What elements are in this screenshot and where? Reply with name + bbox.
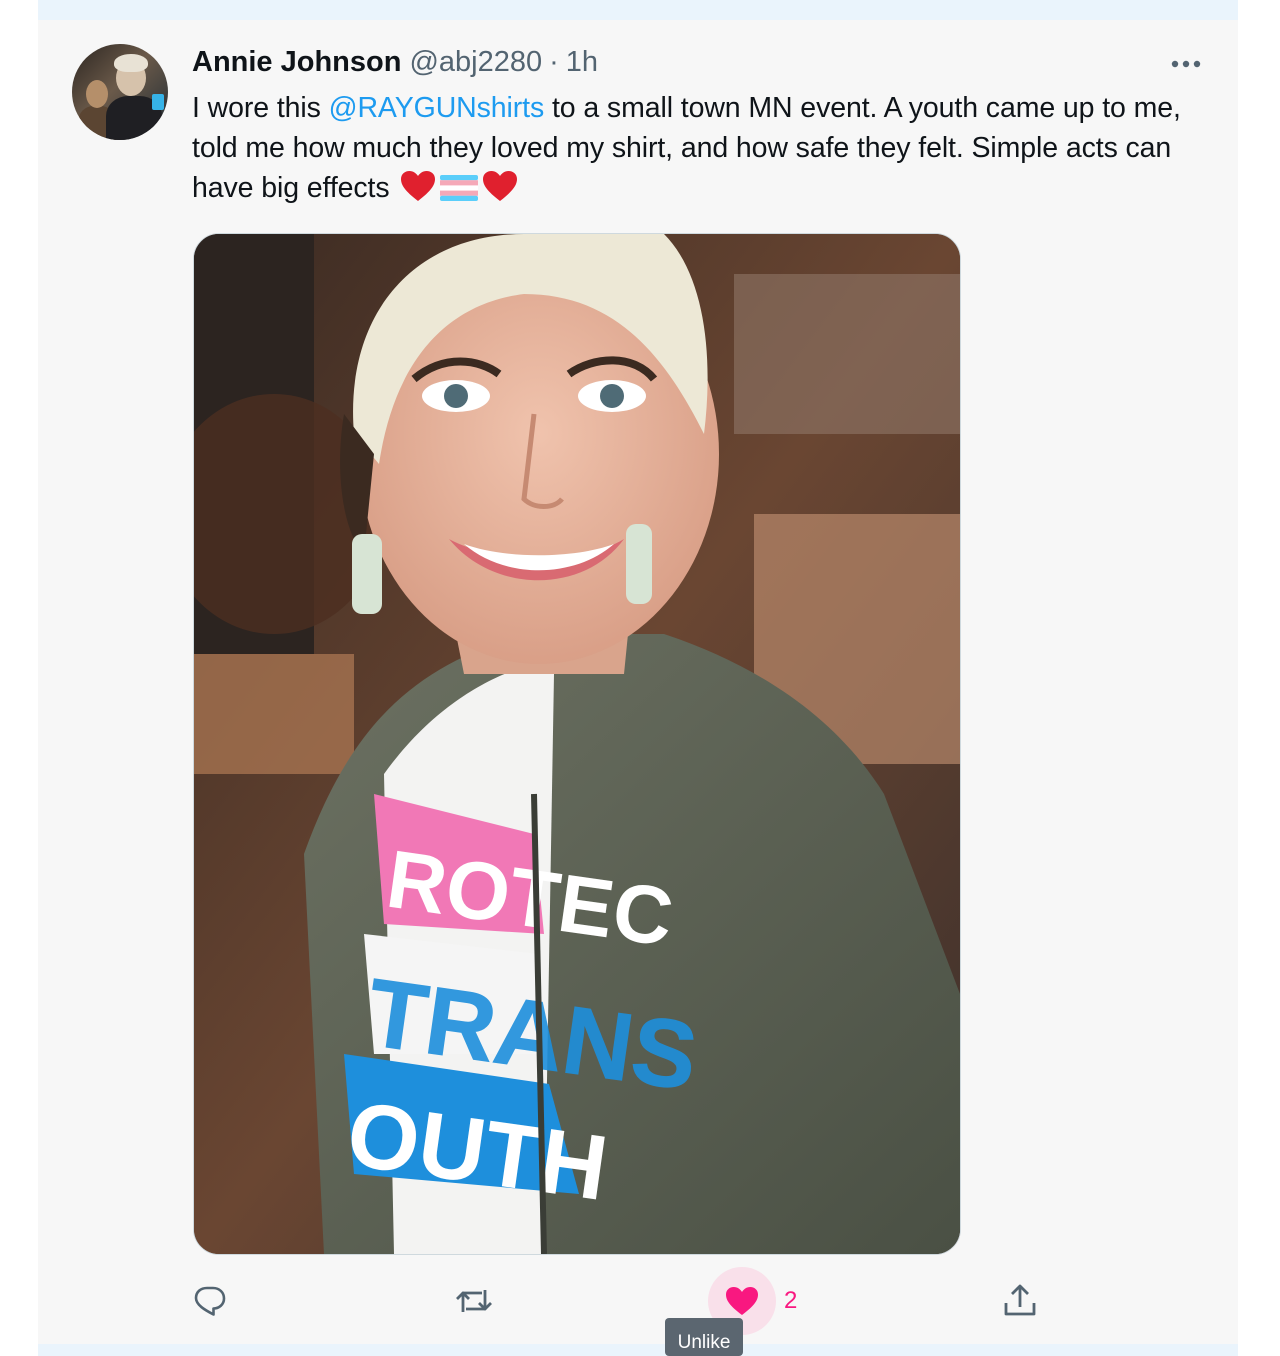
avatar[interactable] [72,44,168,140]
tweet-photo[interactable]: ROTEC TRANS OUTH [193,233,961,1255]
author-name[interactable]: Annie Johnson [192,46,401,79]
separator-dot: · [549,46,559,78]
like-count: 2 [784,1287,798,1314]
ellipsis-icon [1171,60,1201,68]
tweet-card[interactable]: Annie Johnson @abj2280 · 1h I wore this … [38,20,1238,1344]
author-handle[interactable]: @abj2280 [409,46,542,79]
tweet-text-start: I wore this [192,92,329,124]
timeline-top-strip [38,0,1238,20]
heart-filled-icon [726,1287,758,1315]
reply-icon [194,1286,226,1316]
retweet-button[interactable] [454,1266,494,1336]
tweet-actions: 2 [192,1266,1072,1336]
tweet-text: I wore this @RAYGUNshirts to a small tow… [192,88,1202,214]
more-options-button[interactable] [1168,48,1204,80]
mention-link[interactable]: @RAYGUNshirts [329,92,545,124]
share-icon [1004,1284,1036,1316]
photo-illustration: ROTEC TRANS OUTH [194,234,960,1254]
unlike-tooltip: Unlike [665,1318,743,1356]
transgender-flag-icon [439,173,479,214]
retweet-icon [456,1290,492,1312]
reply-button[interactable] [192,1266,228,1336]
tweet-header: Annie Johnson @abj2280 · 1h [192,46,598,82]
red-heart-icon [399,169,437,214]
share-button[interactable] [1002,1266,1038,1336]
timeline-bottom-strip [38,1344,1238,1356]
timestamp[interactable]: 1h [566,46,598,79]
red-heart-icon [481,169,519,214]
